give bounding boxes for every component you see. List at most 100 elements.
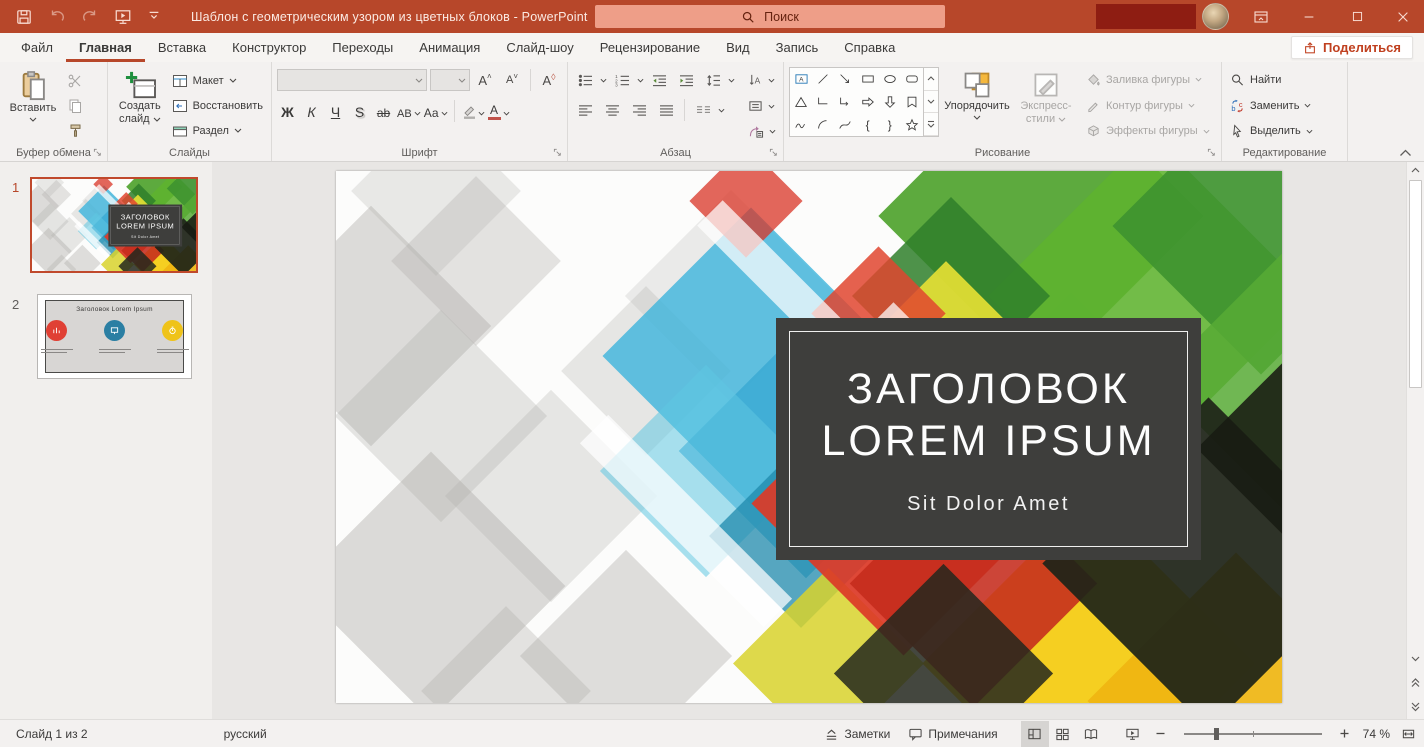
tab-home[interactable]: Главная bbox=[66, 33, 145, 62]
zoom-slider-thumb[interactable] bbox=[1214, 728, 1219, 740]
view-normal-button[interactable] bbox=[1021, 721, 1049, 747]
tab-help[interactable]: Справка bbox=[831, 33, 908, 62]
slide-counter[interactable]: Слайд 1 из 2 bbox=[0, 720, 97, 747]
align-right-icon[interactable] bbox=[627, 98, 651, 122]
shape-fill-button[interactable]: Заливка фигуры bbox=[1083, 68, 1213, 92]
copy-icon[interactable] bbox=[63, 94, 87, 118]
highlight-button[interactable] bbox=[461, 99, 485, 123]
collapse-ribbon-icon[interactable] bbox=[1399, 149, 1412, 157]
select-button[interactable]: Выделить bbox=[1227, 119, 1316, 143]
shape-rounded-rectangle-icon[interactable] bbox=[901, 68, 923, 91]
shape-textbox-icon[interactable]: A bbox=[790, 68, 812, 91]
zoom-in-button[interactable] bbox=[1331, 721, 1359, 747]
scroll-up-icon[interactable] bbox=[1408, 162, 1423, 178]
drawing-dialog-launcher-icon[interactable] bbox=[1206, 147, 1217, 158]
paragraph-dialog-launcher-icon[interactable] bbox=[768, 147, 779, 158]
shape-arrow-right-icon[interactable] bbox=[856, 91, 878, 114]
tab-record[interactable]: Запись bbox=[763, 33, 832, 62]
next-slide-icon[interactable] bbox=[1408, 699, 1423, 715]
quick-styles-button[interactable]: Экспресс- стили bbox=[1015, 67, 1077, 143]
shape-arrow-icon[interactable] bbox=[834, 68, 856, 91]
strikethrough-button[interactable]: ab bbox=[373, 99, 394, 123]
slide-1-thumbnail[interactable]: ЗАГОЛОВОКLOREM IPSUM Sit Dolor Amet bbox=[30, 177, 198, 273]
scroll-down-icon[interactable] bbox=[1408, 651, 1423, 667]
italic-button[interactable]: К bbox=[301, 99, 322, 123]
shape-triangle-icon[interactable] bbox=[790, 91, 812, 114]
customize-qat-icon[interactable] bbox=[147, 8, 165, 26]
align-center-icon[interactable] bbox=[600, 98, 624, 122]
tab-view[interactable]: Вид bbox=[713, 33, 763, 62]
font-size-combo[interactable] bbox=[430, 69, 470, 91]
format-painter-icon[interactable] bbox=[63, 119, 87, 143]
reset-button[interactable]: Восстановить bbox=[169, 93, 266, 118]
undo-icon[interactable] bbox=[48, 8, 66, 26]
account-name-block[interactable] bbox=[1096, 4, 1196, 29]
shape-elbow-icon[interactable] bbox=[812, 91, 834, 114]
zoom-out-button[interactable] bbox=[1147, 721, 1175, 747]
font-dialog-launcher-icon[interactable] bbox=[552, 147, 563, 158]
previous-slide-icon[interactable] bbox=[1408, 675, 1423, 691]
increase-indent-icon[interactable] bbox=[674, 68, 698, 92]
decrease-font-icon[interactable]: А˅ bbox=[500, 68, 524, 92]
redo-icon[interactable] bbox=[81, 8, 99, 26]
tab-animations[interactable]: Анимация bbox=[406, 33, 493, 62]
character-spacing-button[interactable]: АВ bbox=[397, 99, 421, 123]
shape-star-icon[interactable] bbox=[901, 113, 923, 136]
shape-scribble-icon[interactable] bbox=[790, 113, 812, 136]
minimize-button[interactable] bbox=[1288, 0, 1330, 33]
slide-2-thumbnail[interactable]: Заголовок Lorem Ipsum bbox=[37, 294, 192, 379]
increase-font-icon[interactable]: А˄ bbox=[473, 68, 497, 92]
tab-slideshow[interactable]: Слайд-шоу bbox=[493, 33, 586, 62]
shapes-scroll-down-icon[interactable] bbox=[924, 91, 938, 114]
tab-review[interactable]: Рецензирование bbox=[587, 33, 713, 62]
shape-arrow-down-icon[interactable] bbox=[879, 91, 901, 114]
clipboard-dialog-launcher-icon[interactable] bbox=[92, 147, 103, 158]
avatar[interactable] bbox=[1202, 3, 1229, 30]
tab-transitions[interactable]: Переходы bbox=[319, 33, 406, 62]
language-indicator[interactable]: русский bbox=[215, 720, 276, 747]
paste-button[interactable]: Вставить bbox=[5, 67, 61, 143]
search-box[interactable]: Поиск bbox=[595, 5, 945, 28]
decrease-indent-icon[interactable] bbox=[647, 68, 671, 92]
zoom-slider[interactable] bbox=[1184, 733, 1322, 735]
shape-effects-button[interactable]: Эффекты фигуры bbox=[1083, 119, 1213, 143]
shape-curve-icon[interactable] bbox=[834, 113, 856, 136]
slide-title-box[interactable]: ЗАГОЛОВОКLOREM IPSUM Sit Dolor Amet bbox=[776, 318, 1201, 560]
comments-toggle[interactable]: Примечания bbox=[899, 720, 1006, 747]
justify-icon[interactable] bbox=[654, 98, 678, 122]
cut-icon[interactable] bbox=[63, 69, 87, 93]
line-spacing-icon[interactable] bbox=[701, 68, 725, 92]
zoom-level[interactable]: 74 % bbox=[1359, 720, 1394, 747]
view-slideshow-button[interactable] bbox=[1119, 721, 1147, 747]
underline-button[interactable]: Ч bbox=[325, 99, 346, 123]
text-shadow-button[interactable]: S bbox=[349, 99, 370, 123]
shape-outline-button[interactable]: Контур фигуры bbox=[1083, 94, 1213, 118]
new-slide-button[interactable]: Создать слайд bbox=[113, 67, 167, 143]
close-button[interactable] bbox=[1382, 0, 1424, 33]
maximize-button[interactable] bbox=[1336, 0, 1378, 33]
view-slide-sorter-button[interactable] bbox=[1049, 721, 1077, 747]
arrange-button[interactable]: Упорядочить bbox=[941, 67, 1013, 143]
tab-design[interactable]: Конструктор bbox=[219, 33, 319, 62]
shape-flag-icon[interactable] bbox=[901, 91, 923, 114]
convert-smartart-button[interactable] bbox=[745, 120, 779, 143]
shape-line-icon[interactable] bbox=[812, 68, 834, 91]
replace-button[interactable]: bc Заменить bbox=[1227, 94, 1316, 118]
scrollbar-thumb[interactable] bbox=[1409, 180, 1422, 388]
tab-file[interactable]: Файл bbox=[8, 33, 66, 62]
slide-canvas[interactable]: ЗАГОЛОВОКLOREM IPSUM Sit Dolor Amet bbox=[336, 171, 1282, 703]
notes-toggle[interactable]: Заметки bbox=[815, 720, 899, 747]
shape-arc-icon[interactable] bbox=[812, 113, 834, 136]
shape-brace-left-icon[interactable]: { bbox=[856, 113, 878, 136]
align-text-button[interactable] bbox=[745, 95, 779, 118]
font-name-combo[interactable] bbox=[277, 69, 427, 91]
slide-title-box[interactable]: ЗАГОЛОВОКLOREM IPSUM Sit Dolor Amet bbox=[108, 205, 182, 247]
clear-formatting-icon[interactable]: А◊ bbox=[537, 68, 561, 92]
shape-rectangle-icon[interactable] bbox=[856, 68, 878, 91]
align-left-icon[interactable] bbox=[573, 98, 597, 122]
save-icon[interactable] bbox=[15, 8, 33, 26]
layout-button[interactable]: Макет bbox=[169, 68, 266, 93]
change-case-button[interactable]: Аа bbox=[424, 99, 448, 123]
start-slideshow-icon[interactable] bbox=[114, 8, 132, 26]
shape-brace-right-icon[interactable]: } bbox=[879, 113, 901, 136]
